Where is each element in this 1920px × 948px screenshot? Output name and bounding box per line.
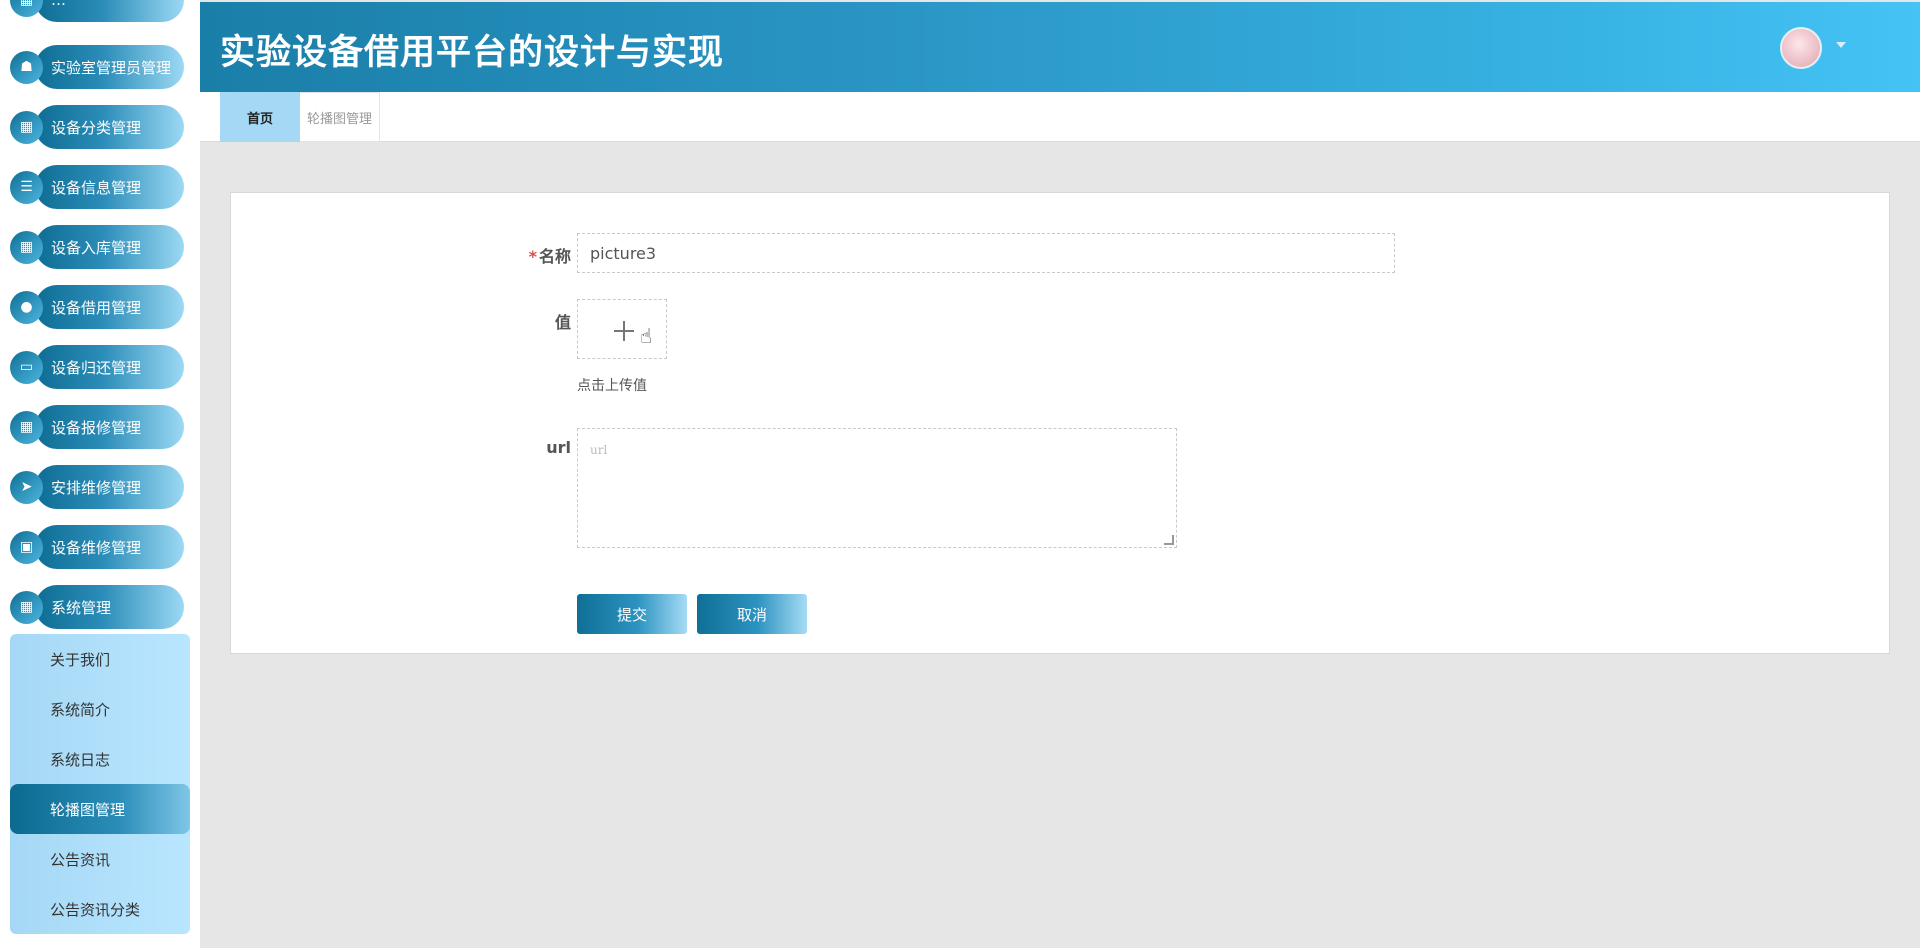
bulb-icon: ● [10,290,43,324]
upload-button[interactable]: ☝ [577,299,667,359]
value-label: 值 [554,313,571,332]
form-card: * 名称 picture3 值 ☝ 点击上传值 url url 提交 取消 [230,192,1890,654]
sidebar-item-hidden[interactable]: ▦ … [10,0,184,22]
upload-hint: 点击上传值 [577,378,647,394]
sidebar-item-system[interactable]: ▦ 系统管理 [10,585,184,629]
grid-icon: ▦ [10,0,43,17]
tab-home[interactable]: 首页 [220,92,300,142]
system-submenu: 关于我们 系统简介 系统日志 轮播图管理 公告资讯 公告资讯分类 [10,634,190,934]
user-icon: ☗ [10,50,43,84]
sidebar-item-device-return[interactable]: ▭ 设备归还管理 [10,345,184,389]
sidebar-item-device-repair-report[interactable]: ▦ 设备报修管理 [10,405,184,449]
send-icon: ➤ [10,470,43,504]
sidebar-item-label: 设备借用管理 [35,285,184,329]
submenu-item-carousel[interactable]: 轮播图管理 [10,784,190,834]
sidebar-item-label: … [35,0,184,22]
submit-button[interactable]: 提交 [577,594,687,634]
top-header: 实验设备借用平台的设计与实现 [200,2,1920,92]
clipboard-icon: ▣ [10,530,43,564]
name-label: * 名称 [521,243,571,267]
required-mark: * [528,247,537,266]
sidebar-item-label: 设备分类管理 [35,105,184,149]
sidebar-item-label: 系统管理 [35,585,184,629]
sidebar-item-label: 安排维修管理 [35,465,184,509]
sidebar-item-device-borrow[interactable]: ● 设备借用管理 [10,285,184,329]
sidebar-item-device-info[interactable]: ☰ 设备信息管理 [10,165,184,209]
tab-carousel[interactable]: 轮播图管理 [300,92,380,142]
sidebar-item-device-category[interactable]: ▦ 设备分类管理 [10,105,184,149]
url-textarea[interactable]: url [577,428,1177,548]
sidebar: ▦ … ☗ 实验室管理员管理 ▦ 设备分类管理 ☰ 设备信息管理 ▦ 设备入库管… [0,0,200,948]
submenu-item-intro[interactable]: 系统简介 [10,684,190,734]
sidebar-item-label: 设备报修管理 [35,405,184,449]
url-label: url [546,438,571,457]
submenu-item-about[interactable]: 关于我们 [10,634,190,684]
app-title: 实验设备借用平台的设计与实现 [220,33,725,73]
list-icon: ☰ [10,170,43,204]
sidebar-item-label: 实验室管理员管理 [35,45,184,89]
sidebar-item-repair-schedule[interactable]: ➤ 安排维修管理 [10,465,184,509]
sidebar-item-label: 设备维修管理 [35,525,184,569]
sidebar-item-device-repair[interactable]: ▣ 设备维修管理 [10,525,184,569]
grid-icon: ▦ [10,110,43,144]
submenu-item-log[interactable]: 系统日志 [10,734,190,784]
sidebar-item-lab-admin[interactable]: ☗ 实验室管理员管理 [10,45,184,89]
grid-icon: ▦ [10,230,43,264]
grid-icon: ▦ [10,410,43,444]
sidebar-item-label: 设备入库管理 [35,225,184,269]
hand-cursor-icon: ☝ [640,324,653,348]
submenu-item-news-category[interactable]: 公告资讯分类 [10,884,190,934]
url-placeholder: url [590,443,608,457]
grid-icon: ▦ [10,590,43,624]
name-label-text: 名称 [538,247,571,266]
name-input[interactable]: picture3 [577,233,1395,273]
resize-handle-icon[interactable] [1164,535,1174,545]
monitor-icon: ▭ [10,350,43,384]
cancel-button[interactable]: 取消 [697,594,807,634]
sidebar-item-device-stock-in[interactable]: ▦ 设备入库管理 [10,225,184,269]
sidebar-item-label: 设备归还管理 [35,345,184,389]
tab-bar: 首页 轮播图管理 [200,92,1920,142]
plus-icon-stroke [623,321,625,341]
avatar[interactable] [1780,27,1822,69]
submenu-item-news[interactable]: 公告资讯 [10,834,190,884]
chevron-down-icon[interactable] [1836,42,1846,48]
sidebar-item-label: 设备信息管理 [35,165,184,209]
